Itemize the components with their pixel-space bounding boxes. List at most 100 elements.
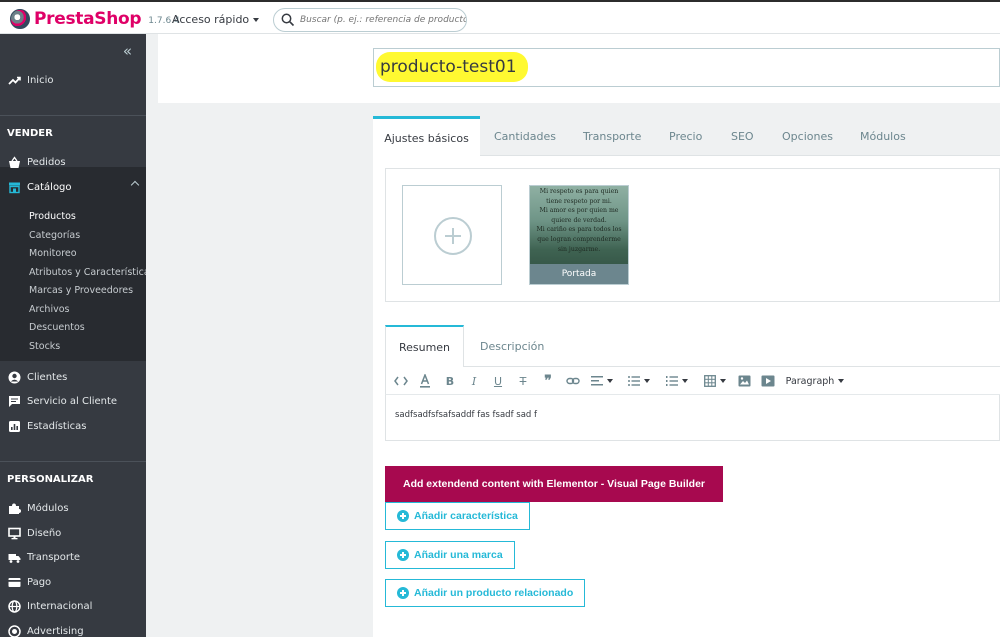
add-feature-label: Añadir característica [414,510,518,522]
tab-options[interactable]: Opciones [782,116,833,156]
search-icon [281,13,295,27]
table-icon [704,375,716,387]
quick-access-label: Acceso rápido [172,13,250,26]
chevron-up-icon [130,180,140,190]
sidebar-item-label: Advertising [27,625,84,637]
add-image-button[interactable] [402,185,502,285]
submenu-brands-suppliers[interactable]: Marcas y Proveedores [29,285,133,296]
section-customize: PERSONALIZAR [7,474,94,485]
bullet-list-dropdown[interactable] [628,374,650,388]
sidebar-item-payment[interactable]: Pago [0,572,146,592]
tab-summary[interactable]: Resumen [385,325,464,368]
sidebar-item-label: Transporte [27,551,81,563]
credit-card-icon [8,576,21,589]
product-name-value[interactable]: producto-test01 [380,57,517,77]
globe-icon [8,599,21,613]
video-icon[interactable] [761,374,775,388]
tab-quantities[interactable]: Cantidades [494,116,556,156]
cover-badge: Portada [530,264,628,284]
desktop-icon [8,527,21,540]
sidebar-item-customers[interactable]: Clientes [0,367,146,387]
collapse-sidebar-icon[interactable]: « [123,42,132,60]
bullet-list-icon [628,376,640,386]
sidebar-item-modules[interactable]: Módulos [0,498,146,518]
submenu-discounts[interactable]: Descuentos [29,322,85,333]
submenu-monitoring[interactable]: Monitoreo [29,248,77,259]
numbered-list-icon [666,376,678,386]
sidebar-item-shipping[interactable]: Transporte [0,547,146,567]
plus-circle-icon [397,587,409,599]
italic-icon[interactable]: I [469,374,479,388]
numbered-list-dropdown[interactable] [666,374,688,388]
submenu-stocks[interactable]: Stocks [29,341,60,352]
tab-seo[interactable]: SEO [731,116,754,156]
search-input[interactable] [300,15,466,25]
image-icon[interactable] [737,374,751,388]
product-image-thumbnail[interactable]: Mi respeto es para quien tiene respeto p… [529,185,629,285]
sidebar-item-catalog[interactable]: Catálogo [0,177,146,197]
sidebar-item-international[interactable]: Internacional [0,596,146,616]
summary-content[interactable]: sadfsadfsfsafsaddf fas fsadf sad f [395,410,537,420]
caret-down-icon [607,379,613,383]
sidebar-item-advertising[interactable]: Advertising [0,621,146,637]
align-dropdown[interactable] [591,374,613,388]
description-tabs: Resumen Descripción [385,325,1000,368]
quick-access-dropdown[interactable]: Acceso rápido [172,13,260,26]
basket-icon [8,155,21,169]
brand-name: PrestaShop [34,9,142,29]
submenu-categories[interactable]: Categorías [29,230,80,241]
text-color-icon[interactable] [419,374,431,388]
elementor-button[interactable]: Add extendend content with Elementor - V… [385,466,723,502]
tab-price[interactable]: Precio [669,116,702,156]
sidebar-item-label: Internacional [27,600,93,612]
truck-icon [8,551,21,564]
add-related-product-button[interactable]: Añadir un producto relacionado [385,579,586,607]
tab-shipping[interactable]: Transporte [583,116,641,156]
sidebar-item-label: Estadísticas [27,420,87,432]
add-brand-button[interactable]: Añadir una marca [385,541,515,569]
top-header: PrestaShop 1.7.6.4 Acceso rápido [0,0,1000,34]
target-icon [8,624,21,637]
caret-down-icon [838,379,845,383]
tab-modules[interactable]: Módulos [860,116,906,156]
page-gutter [146,34,158,637]
chat-icon [8,395,21,408]
plus-circle-icon [397,549,409,561]
plus-circle-icon [397,510,409,522]
underline-icon[interactable]: U [492,374,504,388]
sidebar-item-label: Servicio al Cliente [27,395,118,407]
sidebar-divider [0,461,146,462]
tab-description[interactable]: Descripción [480,325,544,367]
submenu-attributes[interactable]: Atributos y Características [29,267,155,278]
sidebar-item-label: Clientes [27,371,68,383]
quote-icon[interactable]: ❞ [542,373,554,389]
sidebar-item-design[interactable]: Diseño [0,523,146,543]
sidebar-item-stats[interactable]: Estadísticas [0,416,146,436]
link-icon[interactable] [566,374,580,388]
source-code-icon[interactable] [394,374,408,388]
bold-icon[interactable]: B [445,374,455,388]
sidebar-item-orders[interactable]: Pedidos [0,152,146,172]
search-box[interactable] [273,8,467,32]
submenu-files[interactable]: Archivos [29,304,69,315]
submenu-products[interactable]: Productos [29,211,76,222]
prestashop-logo[interactable]: PrestaShop 1.7.6.4 [10,9,180,29]
strikethrough-icon[interactable]: T [517,374,529,388]
section-sell: VENDER [7,128,53,139]
table-dropdown[interactable] [703,374,727,388]
caret-down-icon [644,379,650,383]
align-left-icon [591,376,603,386]
sidebar-item-label: Pago [27,576,52,588]
paragraph-dropdown[interactable]: Paragraph [785,374,845,388]
caret-down-icon [682,379,688,383]
image-quote-text: Mi respeto es para quien tiene respeto p… [536,188,622,253]
tab-basic-settings[interactable]: Ajustes básicos [373,116,480,157]
sidebar-item-customer-service[interactable]: Servicio al Cliente [0,391,146,411]
add-feature-button[interactable]: Añadir característica [385,502,530,530]
sidebar-item-dashboard[interactable]: Inicio [0,70,146,90]
store-icon [8,181,21,194]
product-tabs: Ajustes básicos Cantidades Transporte Pr… [373,116,1000,157]
sidebar-item-label: Pedidos [27,156,66,168]
puffin-logo-icon [10,9,30,29]
sidebar-divider [0,115,146,116]
